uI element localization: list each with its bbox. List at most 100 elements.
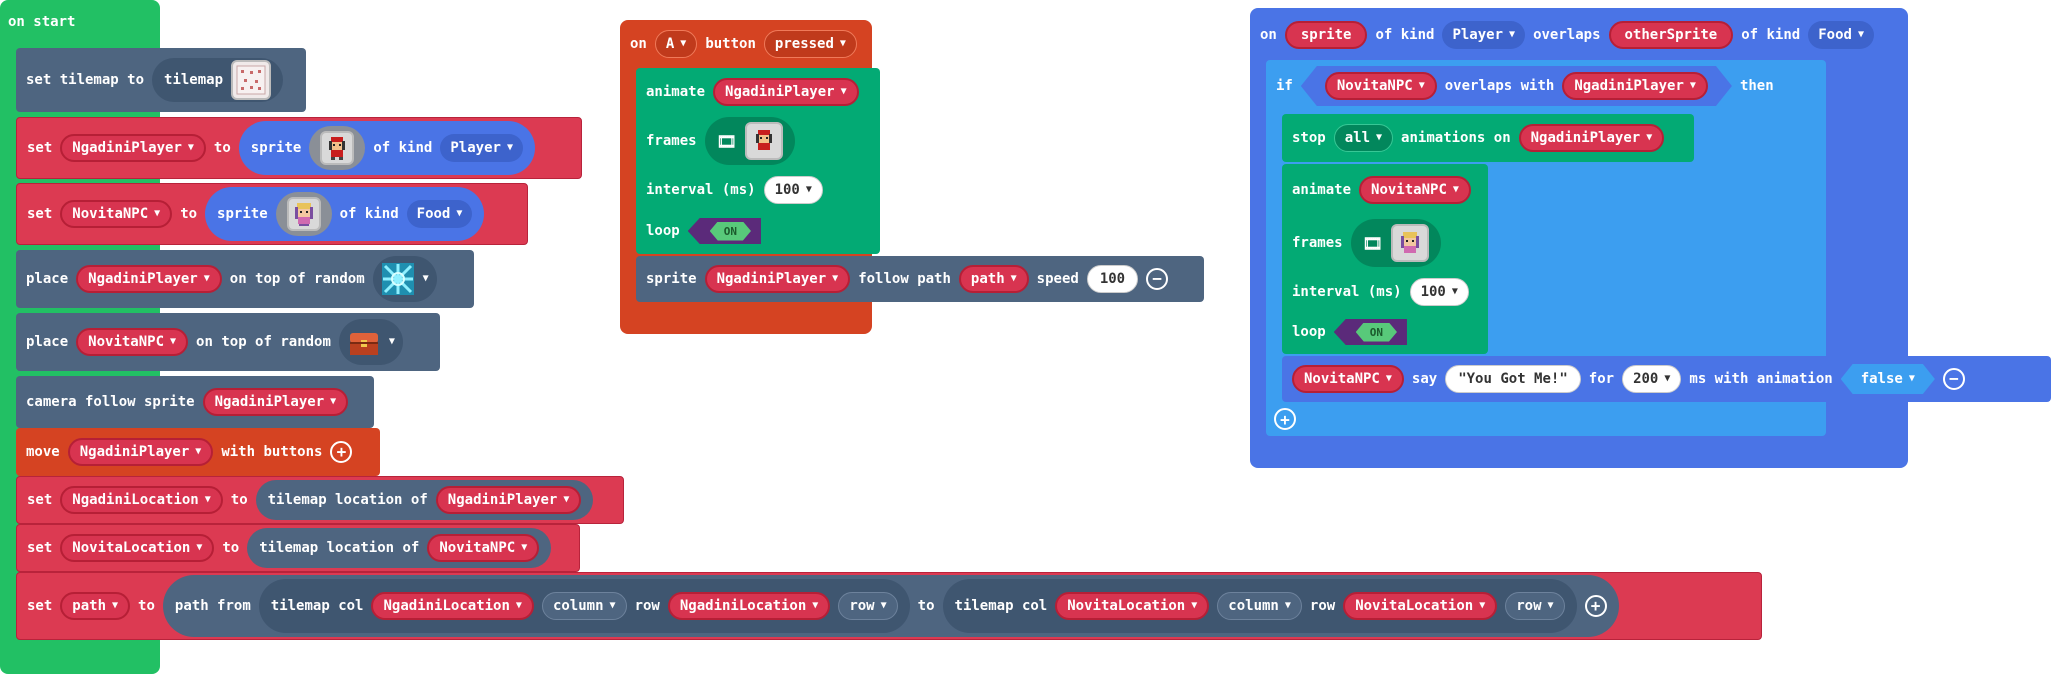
loop-toggle[interactable]: ON — [1333, 319, 1407, 345]
stop-all-dropdown[interactable]: all ▼ — [1333, 124, 1394, 152]
move-with-buttons-block[interactable]: move NgadiniPlayer ▼ with buttons + — [16, 428, 380, 476]
loop-toggle[interactable]: ON — [687, 218, 761, 244]
event-pressed-dropdown[interactable]: pressed ▼ — [763, 30, 857, 58]
chevron-down-icon: ▼ — [170, 336, 177, 347]
remove-icon[interactable]: − — [1146, 268, 1169, 290]
set-location2-block[interactable]: set NovitaLocation ▼ to tilemap location … — [16, 524, 580, 572]
npc-var-dropdown[interactable]: NovitaNPC ▼ — [60, 200, 173, 228]
follow-var-dropdown[interactable]: NgadiniPlayer ▼ — [704, 265, 851, 293]
tilemap-reporter[interactable]: tilemap — [152, 58, 284, 102]
chevron-down-icon: ▼ — [515, 600, 522, 611]
animate-row: animate NovitaNPC ▼ — [1282, 170, 1481, 210]
stop-var-dropdown[interactable]: NgadiniPlayer ▼ — [1518, 124, 1665, 152]
path-v2b-dropdown[interactable]: NovitaLocation ▼ — [1343, 592, 1498, 620]
npc-image-icon[interactable] — [275, 192, 332, 236]
path-v1-dropdown[interactable]: NgadiniLocation ▼ — [371, 592, 534, 620]
interval-dropdown[interactable]: 100 ▼ — [763, 176, 823, 204]
of-kind2-label: of kind — [1741, 27, 1801, 43]
chevron-down-icon: ▼ — [563, 494, 570, 505]
path-v1b-dropdown[interactable]: NgadiniLocation ▼ — [667, 592, 831, 620]
kind2-dropdown[interactable]: Food ▼ — [1808, 21, 1874, 49]
loc2-var-dropdown[interactable]: NovitaLocation ▼ — [60, 534, 215, 562]
cond-npc-dropdown[interactable]: NovitaNPC ▼ — [1325, 72, 1437, 100]
place-npc-block[interactable]: place NovitaNPC ▼ on top of random ▼ — [16, 313, 440, 371]
set-tilemap-block[interactable]: set tilemap to tilemap — [16, 48, 306, 112]
path-dropdown[interactable]: path ▼ — [958, 265, 1029, 293]
chevron-down-icon: ▼ — [1451, 286, 1458, 297]
loc2-of-dropdown[interactable]: NovitaNPC ▼ — [427, 534, 540, 562]
overlaps-with-condition[interactable]: NovitaNPC ▼ overlaps with NgadiniPlayer ▼ — [1301, 66, 1732, 106]
column-dropdown-1[interactable]: column ▼ — [541, 592, 627, 620]
tilemap-thumbnail-icon[interactable] — [231, 60, 272, 100]
frames-picker[interactable]: 🎞 — [704, 117, 795, 165]
column-dropdown-2[interactable]: column ▼ — [1217, 592, 1302, 620]
kind-food-dropdown[interactable]: Food ▼ — [406, 200, 473, 228]
button-word-label: button — [705, 36, 756, 52]
remove-icon[interactable]: − — [1942, 368, 1965, 390]
player-var-dropdown[interactable]: NgadiniPlayer ▼ — [60, 134, 206, 162]
loop-label: loop — [646, 223, 680, 239]
row-dropdown-2[interactable]: row ▼ — [1505, 592, 1565, 620]
kind1-dropdown[interactable]: Player ▼ — [1442, 21, 1526, 49]
path-var-dropdown[interactable]: path ▼ — [60, 592, 131, 620]
animation-bool-label: false — [1860, 371, 1903, 387]
set-location1-block[interactable]: set NgadiniLocation ▼ to tilemap location… — [16, 476, 624, 524]
chevron-down-icon: ▼ — [521, 542, 528, 553]
kind-player-dropdown[interactable]: Player ▼ — [440, 134, 523, 162]
add-icon[interactable]: + — [330, 441, 353, 463]
move-var-dropdown[interactable]: NgadiniPlayer ▼ — [67, 438, 214, 466]
place-npc-var-label: NovitaNPC — [88, 334, 165, 350]
speed-label: speed — [1036, 271, 1079, 287]
camera-follow-block[interactable]: camera follow sprite NgadiniPlayer ▼ — [16, 376, 374, 428]
tile-picker-dropdown[interactable]: ▼ — [338, 319, 403, 365]
speed-input[interactable]: 100 — [1086, 265, 1139, 293]
animate-var-dropdown[interactable]: NgadiniPlayer ▼ — [713, 78, 859, 106]
cond-player-dropdown[interactable]: NgadiniPlayer ▼ — [1562, 72, 1708, 100]
row-dropdown-1[interactable]: row ▼ — [838, 592, 898, 620]
animation-bool-dropdown[interactable]: false ▼ — [1841, 364, 1935, 394]
tilemap-col-reporter-1[interactable]: tilemap col NgadiniLocation ▼ column ▼ row… — [258, 579, 910, 633]
say-var-dropdown[interactable]: NovitaNPC ▼ — [1292, 365, 1404, 393]
say-text-input[interactable]: "You Got Me!" — [1445, 365, 1581, 393]
add-icon[interactable]: + — [1584, 595, 1607, 617]
chevron-down-icon: ▼ — [112, 600, 119, 611]
path-from-reporter[interactable]: path from tilemap col NgadiniLocation ▼ c… — [162, 575, 1619, 637]
tilemap-location-reporter[interactable]: tilemap location of NgadiniPlayer ▼ — [255, 480, 594, 520]
set-path-block[interactable]: set path ▼ to path from tilemap col Ngadi… — [16, 572, 1762, 640]
tilemap-location-reporter[interactable]: tilemap location of NovitaNPC ▼ — [247, 528, 552, 568]
place-player-var-dropdown[interactable]: NgadiniPlayer ▼ — [76, 265, 222, 293]
stop-animations-block[interactable]: stop all ▼ animations on NgadiniPlayer ▼ — [1282, 114, 1694, 162]
set-npc-block[interactable]: set NovitaNPC ▼ to sprite of kind Food ▼ — [16, 183, 528, 245]
set-player-block[interactable]: set NgadiniPlayer ▼ to sprite of kind Pla… — [16, 117, 582, 179]
tile-picker-dropdown[interactable]: ▼ — [372, 256, 437, 302]
follow-path-block[interactable]: sprite NgadiniPlayer ▼ follow path path ▼ … — [636, 256, 1204, 302]
say-block[interactable]: NovitaNPC ▼ say "You Got Me!" for 200 ▼ ms… — [1282, 356, 2051, 402]
sprite-param[interactable]: sprite — [1284, 21, 1368, 49]
player-image-icon[interactable] — [309, 126, 366, 170]
button-a-dropdown[interactable]: A ▼ — [654, 30, 698, 58]
place-player-block[interactable]: place NgadiniPlayer ▼ on top of random ▼ — [16, 250, 474, 308]
loc1-var-dropdown[interactable]: NgadiniLocation ▼ — [60, 486, 223, 514]
loc1-of-dropdown[interactable]: NgadiniPlayer ▼ — [435, 486, 582, 514]
ms-dropdown[interactable]: 200 ▼ — [1622, 365, 1682, 393]
camera-var-dropdown[interactable]: NgadiniPlayer ▼ — [202, 388, 349, 416]
if-add-else-icon[interactable]: + — [1274, 408, 1296, 430]
npc-animate-dropdown[interactable]: NovitaNPC ▼ — [1359, 176, 1471, 204]
frames-label: frames — [1292, 235, 1343, 251]
path-v2-dropdown[interactable]: NovitaLocation ▼ — [1055, 592, 1210, 620]
row-dd-label: row — [849, 598, 875, 614]
interval-dropdown[interactable]: 100 ▼ — [1409, 278, 1469, 306]
path-v2-label: NovitaLocation — [1067, 598, 1186, 614]
on-a-header: on A ▼ button pressed ▼ — [620, 26, 867, 62]
interval-label: interval (ms) — [646, 182, 756, 198]
sprite-of-kind-reporter[interactable]: sprite of kind Player ▼ — [238, 121, 535, 175]
chevron-down-icon: ▼ — [506, 142, 513, 153]
column-label: column — [552, 598, 604, 614]
other-sprite-param[interactable]: otherSprite — [1608, 21, 1734, 49]
sprite-of-kind-reporter[interactable]: sprite of kind Food ▼ — [205, 187, 485, 241]
stop-var-label: NgadiniPlayer — [1530, 130, 1641, 146]
frames-picker[interactable]: 🎞 — [1350, 219, 1441, 267]
player-frame-icon — [744, 122, 783, 160]
place-npc-var-dropdown[interactable]: NovitaNPC ▼ — [76, 328, 189, 356]
tilemap-col-reporter-2[interactable]: tilemap col NovitaLocation ▼ column ▼ row … — [942, 579, 1577, 633]
